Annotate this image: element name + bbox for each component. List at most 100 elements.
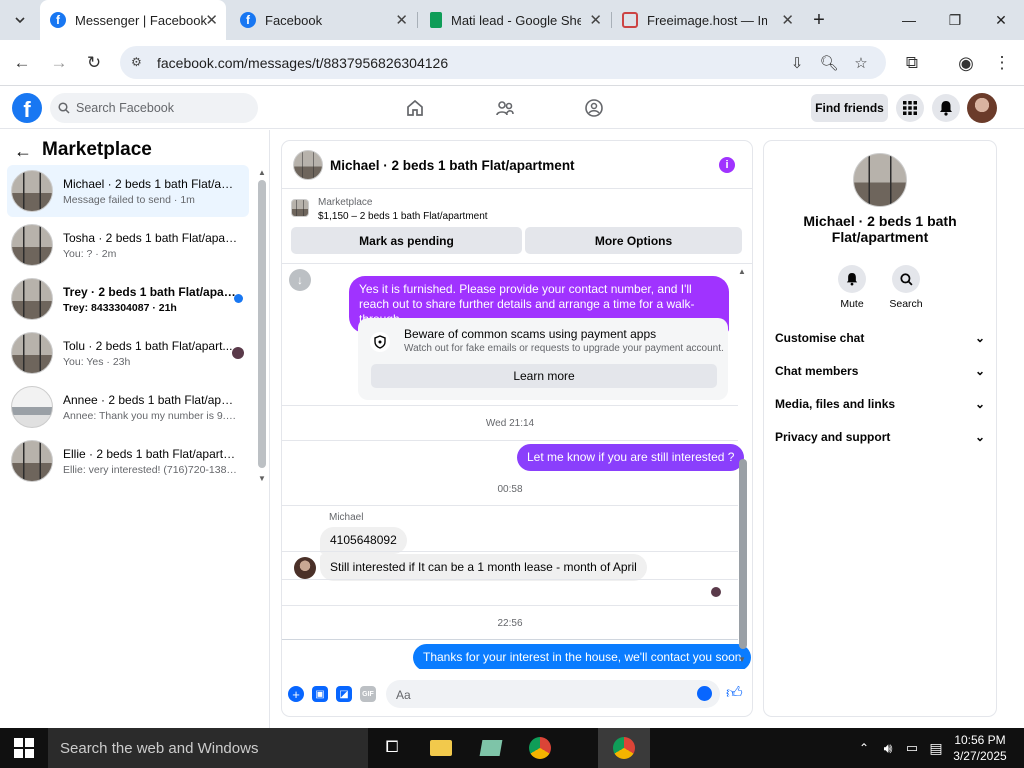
system-clock[interactable]: 10:56 PM 3/27/2025 (948, 732, 1012, 764)
profile-icon[interactable]: ◉ (954, 51, 978, 75)
chat-header: Michael · 2 beds 1 bath Flat/apartment i (282, 141, 752, 189)
search-button[interactable]: Search (881, 265, 931, 310)
close-tab-icon[interactable]: ✕ (781, 11, 794, 29)
reload-button[interactable]: ↻ (82, 51, 106, 75)
message-incoming: 4105648092 (320, 527, 407, 554)
conversation-item[interactable]: Ellie · 2 beds 1 bath Flat/apartm... Elli… (7, 435, 249, 487)
conversation-item[interactable]: Trey · 2 beds 1 bath Flat/apart... Trey: … (7, 273, 249, 325)
section-privacy-support[interactable]: Privacy and support ⌄ (775, 430, 985, 444)
thumbs-up-icon[interactable]: 👍︎ (726, 684, 744, 702)
mute-button[interactable]: Mute (827, 265, 877, 310)
listing-avatar (11, 278, 53, 320)
tab-divider (417, 12, 418, 28)
zoom-icon[interactable]: 🔍︎ (819, 53, 839, 73)
chrome-icon[interactable] (528, 736, 552, 760)
info-icon[interactable]: i (719, 157, 735, 173)
show-hidden-icons-icon[interactable]: ⌃ (852, 736, 876, 760)
tab-list-button[interactable] (8, 0, 32, 40)
back-button[interactable]: ← (10, 51, 34, 75)
notifications-button[interactable] (932, 94, 960, 122)
scroll-down-icon[interactable]: ↓ (289, 269, 311, 291)
scroll-down-arrow-icon[interactable]: ▼ (258, 474, 266, 483)
learn-more-button[interactable]: Learn more (371, 364, 717, 388)
find-friends-button[interactable]: Find friends (811, 94, 888, 122)
chat-title[interactable]: Michael · 2 beds 1 bath Flat/apartment (330, 158, 575, 173)
friends-nav[interactable] (493, 96, 517, 120)
conversation-list-scrollbar[interactable] (258, 180, 266, 468)
tab-messenger[interactable]: f Messenger | Facebook ✕ (40, 0, 226, 40)
close-tab-icon[interactable]: ✕ (395, 11, 408, 29)
friends-icon (496, 101, 514, 116)
restore-button[interactable]: ❐ (932, 0, 978, 40)
close-window-button[interactable]: ✕ (978, 0, 1024, 40)
network-icon[interactable]: ▭ (900, 736, 924, 760)
close-tab-icon[interactable]: ✕ (205, 11, 218, 29)
panel-title: Marketplace (42, 139, 152, 160)
tab-facebook[interactable]: f Facebook ✕ (230, 0, 416, 40)
listing-thumbnail[interactable] (291, 199, 309, 217)
site-settings-icon[interactable]: ⚙ (131, 55, 142, 69)
conversation-item[interactable]: Tolu · 2 beds 1 bath Flat/apart... You: Y… (7, 327, 249, 379)
forward-button[interactable]: → (47, 51, 71, 75)
section-chat-members[interactable]: Chat members ⌄ (775, 364, 985, 378)
close-tab-icon[interactable]: ✕ (589, 11, 602, 29)
url-bar[interactable]: ⚙ facebook.com/messages/t/88379568263041… (120, 46, 886, 79)
more-options-button[interactable]: More Options (525, 227, 742, 254)
home-nav[interactable] (403, 96, 427, 120)
plus-icon[interactable]: + (288, 686, 304, 702)
conversation-item[interactable]: Annee · 2 beds 1 bath Flat/apar... Annee:… (7, 381, 249, 433)
facebook-logo-icon[interactable]: f (12, 93, 42, 123)
extensions-icon[interactable]: ⧉ (900, 51, 924, 75)
files-app-icon[interactable] (479, 736, 503, 760)
chat-avatar[interactable] (293, 150, 323, 180)
tab-google-sheets[interactable]: Mati lead - Google She ✕ (420, 0, 610, 40)
groups-nav[interactable] (582, 96, 606, 120)
timestamp: 22:56 (497, 618, 523, 629)
listing-avatar (11, 170, 53, 212)
taskbar-search-input[interactable]: Search the web and Windows (48, 728, 368, 768)
facebook-favicon-icon: f (240, 12, 256, 28)
emoji-icon[interactable] (697, 686, 712, 701)
facebook-header: f Search Facebook Find friends (0, 87, 1024, 129)
tab-freeimage[interactable]: Freeimage.host — Ima ✕ (612, 0, 802, 40)
menu-button[interactable] (896, 94, 924, 122)
listing-avatar (11, 224, 53, 266)
listing-price[interactable]: $1,150 – 2 beds 1 bath Flat/apartment (318, 211, 488, 222)
conversation-item[interactable]: Tosha · 2 beds 1 bath Flat/apart... You: … (7, 219, 249, 271)
conversation-item[interactable]: Michael · 2 beds 1 bath Flat/apa... Messa… (7, 165, 249, 217)
gif-icon[interactable]: GIF (360, 686, 376, 702)
scroll-down-arrow-icon[interactable]: ▼ (738, 655, 746, 664)
photo-icon[interactable]: ▣ (312, 686, 328, 702)
mark-as-pending-button[interactable]: Mark as pending (291, 227, 522, 254)
new-tab-button[interactable]: + (796, 0, 842, 40)
back-arrow-icon[interactable]: ← (14, 141, 32, 162)
minimize-button[interactable]: — (886, 0, 932, 40)
sticker-icon[interactable]: ◪ (336, 686, 352, 702)
contact-avatar[interactable] (853, 153, 907, 207)
thread-scrollbar[interactable] (739, 459, 747, 649)
shield-icon (370, 332, 390, 352)
volume-icon[interactable]: 🔊︎ (876, 736, 900, 760)
notification-center-icon[interactable]: ▤ (924, 736, 948, 760)
task-view-icon[interactable]: ⧠ (380, 736, 404, 760)
install-app-icon[interactable]: ⇩ (787, 53, 807, 73)
windows-start-icon[interactable] (14, 738, 34, 758)
section-media-files[interactable]: Media, files and links ⌄ (775, 397, 985, 411)
message-incoming: Still interested if It can be a 1 month … (320, 554, 647, 581)
marketplace-listing-bar: Marketplace $1,150 – 2 beds 1 bath Flat/… (282, 190, 752, 264)
bell-icon (846, 273, 858, 286)
freeimage-favicon-icon (622, 12, 638, 28)
message-input[interactable]: Aa (386, 680, 720, 708)
chevron-down-icon: ⌄ (974, 331, 985, 345)
file-explorer-icon[interactable] (429, 736, 453, 760)
section-customise-chat[interactable]: Customise chat ⌄ (775, 331, 985, 345)
scroll-up-arrow-icon[interactable]: ▲ (258, 168, 266, 177)
bookmark-star-icon[interactable]: ☆ (851, 53, 871, 73)
account-avatar[interactable] (967, 93, 997, 123)
chat-info-panel: Michael · 2 beds 1 bath Flat/apartment M… (764, 141, 996, 716)
browser-menu-icon[interactable]: ⋮ (990, 51, 1014, 75)
facebook-search-input[interactable]: Search Facebook (50, 93, 258, 123)
chrome-active-icon[interactable] (598, 728, 650, 768)
listing-avatar (11, 332, 53, 374)
scroll-up-arrow-icon[interactable]: ▲ (738, 267, 746, 276)
